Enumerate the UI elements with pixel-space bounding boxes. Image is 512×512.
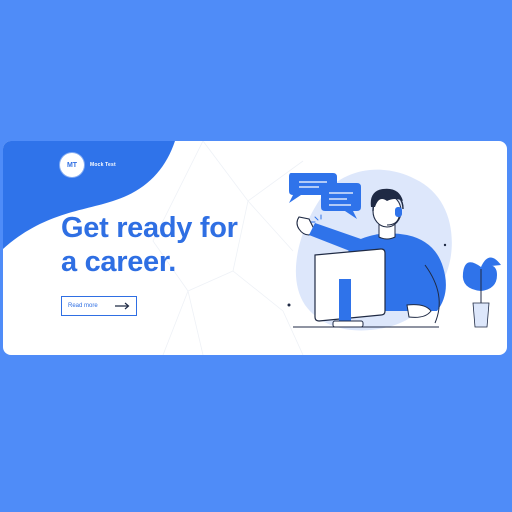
brand-logo[interactable]: MT Mock Test <box>60 153 116 177</box>
logo-badge: MT <box>60 153 84 177</box>
person-at-computer-illustration <box>287 169 501 331</box>
read-more-button[interactable]: Read more <box>61 296 137 316</box>
arrow-right-icon <box>115 302 130 310</box>
monitor-icon <box>314 248 386 328</box>
page-title: Get ready for a career. <box>61 211 261 279</box>
plant-icon <box>462 257 501 328</box>
hero-banner: MT Mock Test Get ready for a career. Rea… <box>3 141 507 355</box>
headline-line-1: Get ready for <box>61 212 238 244</box>
headline-line-2: a career. <box>61 246 177 278</box>
brand-name: Mock Test <box>90 162 116 168</box>
read-more-label: Read more <box>68 303 98 309</box>
